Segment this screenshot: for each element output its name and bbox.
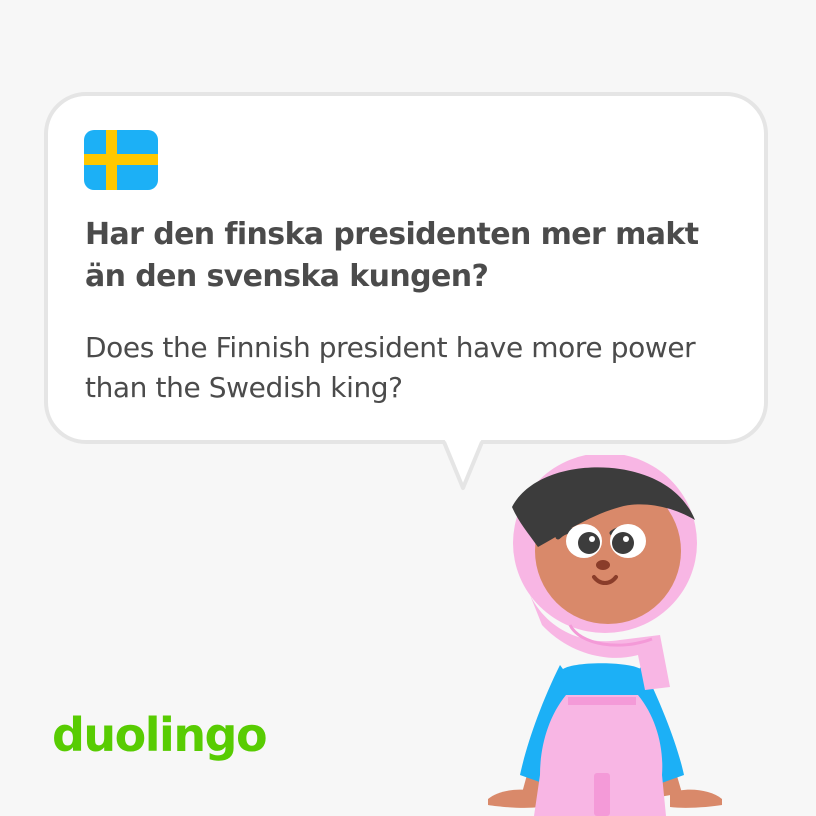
question-text: Har den finska presidenten mer makt än d… <box>85 217 699 294</box>
translation-text: Does the Finnish president have more pow… <box>85 331 696 404</box>
hijab-woman-character-illustration <box>488 455 722 816</box>
duolingo-logo: duolingo <box>52 708 268 762</box>
sweden-flag-icon <box>84 130 158 190</box>
